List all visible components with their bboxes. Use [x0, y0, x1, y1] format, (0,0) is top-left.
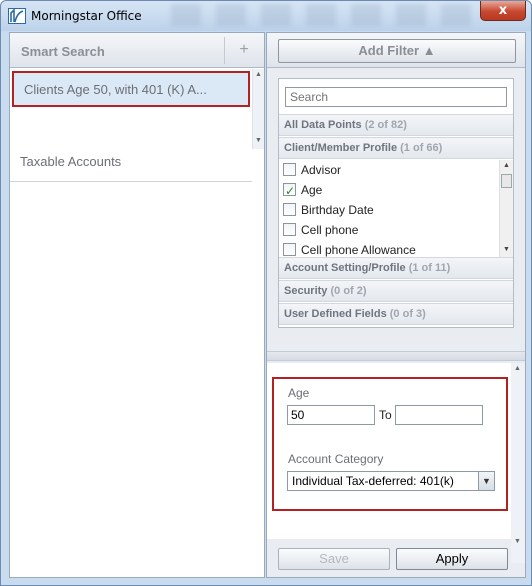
field-item-age[interactable]: Age [283, 180, 493, 201]
scroll-up-icon[interactable]: ▲ [255, 71, 262, 78]
field-label: Advisor [301, 163, 342, 177]
smart-search-title: Smart Search [21, 44, 105, 59]
apply-button[interactable]: Apply [396, 548, 508, 570]
field-checkbox[interactable] [283, 223, 296, 236]
saved-search-item[interactable]: Clients Age 50, with 401 (K) A... [12, 71, 250, 107]
field-label: Cell phone [301, 223, 359, 237]
data-point-picker: All Data Points (2 of 82) Client/Member … [278, 78, 514, 328]
section-count: (0 of 2) [330, 285, 367, 297]
section-count: (1 of 11) [408, 262, 451, 274]
blurred-background-text [171, 4, 471, 26]
scroll-thumb[interactable] [501, 174, 512, 188]
chevron-down-icon[interactable]: ▼ [478, 472, 494, 490]
section-all-data-points[interactable]: All Data Points (2 of 82) [279, 114, 513, 136]
filter-panel: Add Filter ▲ All Data Points (2 of 82) C… [266, 32, 526, 578]
account-category-value: Individual Tax-deferred: 401(k) [292, 474, 454, 488]
section-count: (0 of 3) [389, 308, 426, 320]
field-label: Age [301, 183, 323, 197]
field-item-cell-phone[interactable]: Cell phone [283, 220, 493, 240]
action-bar: Save Apply [267, 539, 511, 577]
field-list: Advisor Age Birthday Date Cell phone Cel… [279, 160, 513, 257]
section-name: Client/Member Profile [284, 142, 398, 154]
field-label: Birthday Date [301, 203, 374, 217]
search-list-scrollbar[interactable]: ▲ ▼ [252, 69, 264, 149]
age-label: Age [288, 386, 310, 400]
title-bar: Morningstar Office x [1, 1, 531, 31]
smart-search-panel: Smart Search + Clients Age 50, with 401 … [9, 32, 265, 578]
section-count: (1 of 66) [400, 142, 443, 154]
filter-criteria-box: Age To Account Category Individual Tax-d… [272, 377, 508, 511]
age-to-input[interactable] [395, 405, 483, 425]
section-client-profile[interactable]: Client/Member Profile (1 of 66) [279, 137, 513, 159]
account-category-label: Account Category [288, 452, 384, 466]
header-divider [224, 37, 225, 64]
section-user-defined[interactable]: User Defined Fields (0 of 3) [279, 303, 513, 325]
criteria-scrollbar[interactable]: ▲ ▼ [511, 363, 525, 563]
saved-search-list: Clients Age 50, with 401 (K) A... Taxabl… [10, 69, 264, 577]
data-point-search-input[interactable] [285, 87, 507, 107]
morningstar-logo-icon [8, 8, 26, 24]
field-checkbox[interactable] [283, 181, 296, 201]
section-account-setting[interactable]: Account Setting/Profile (1 of 11) [279, 257, 513, 279]
smart-search-header: Smart Search + [10, 33, 264, 68]
section-name: User Defined Fields [284, 308, 387, 320]
window-title: Morningstar Office [31, 9, 142, 23]
section-security[interactable]: Security (0 of 2) [279, 280, 513, 302]
scroll-up-icon[interactable]: ▲ [503, 162, 510, 169]
list-divider [10, 181, 252, 182]
add-filter-button[interactable]: Add Filter ▲ [278, 39, 516, 63]
field-item-advisor[interactable]: Advisor [283, 160, 493, 180]
account-category-select[interactable]: Individual Tax-deferred: 401(k) ▼ [287, 471, 495, 491]
scroll-down-icon[interactable]: ▼ [503, 246, 510, 253]
splitter-bar[interactable] [267, 351, 525, 361]
add-filter-bar: Add Filter ▲ [267, 33, 525, 68]
section-name: Security [284, 285, 328, 297]
field-checkbox[interactable] [283, 163, 296, 176]
add-search-button[interactable]: + [234, 40, 254, 60]
field-item-birthday-date[interactable]: Birthday Date [283, 200, 493, 220]
scroll-up-icon[interactable]: ▲ [514, 365, 521, 372]
field-list-scrollbar[interactable]: ▲ ▼ [499, 160, 513, 257]
section-name: All Data Points [284, 119, 362, 131]
field-checkbox[interactable] [283, 203, 296, 216]
field-label: Cell phone Allowance [301, 243, 416, 257]
section-name: Account Setting/Profile [284, 262, 406, 274]
saved-search-item[interactable]: Taxable Accounts [10, 145, 252, 181]
scroll-down-icon[interactable]: ▼ [255, 137, 262, 144]
close-button[interactable]: x [480, 1, 526, 21]
section-count: (2 of 82) [364, 119, 407, 131]
field-checkbox[interactable] [283, 243, 296, 256]
save-button[interactable]: Save [278, 548, 390, 570]
to-label: To [379, 408, 392, 422]
age-from-input[interactable] [287, 405, 375, 425]
app-window: Morningstar Office x Smart Search + Clie… [0, 0, 532, 586]
field-item-cell-phone-allowance[interactable]: Cell phone Allowance [283, 240, 493, 257]
scroll-down-icon[interactable]: ▼ [514, 538, 521, 545]
